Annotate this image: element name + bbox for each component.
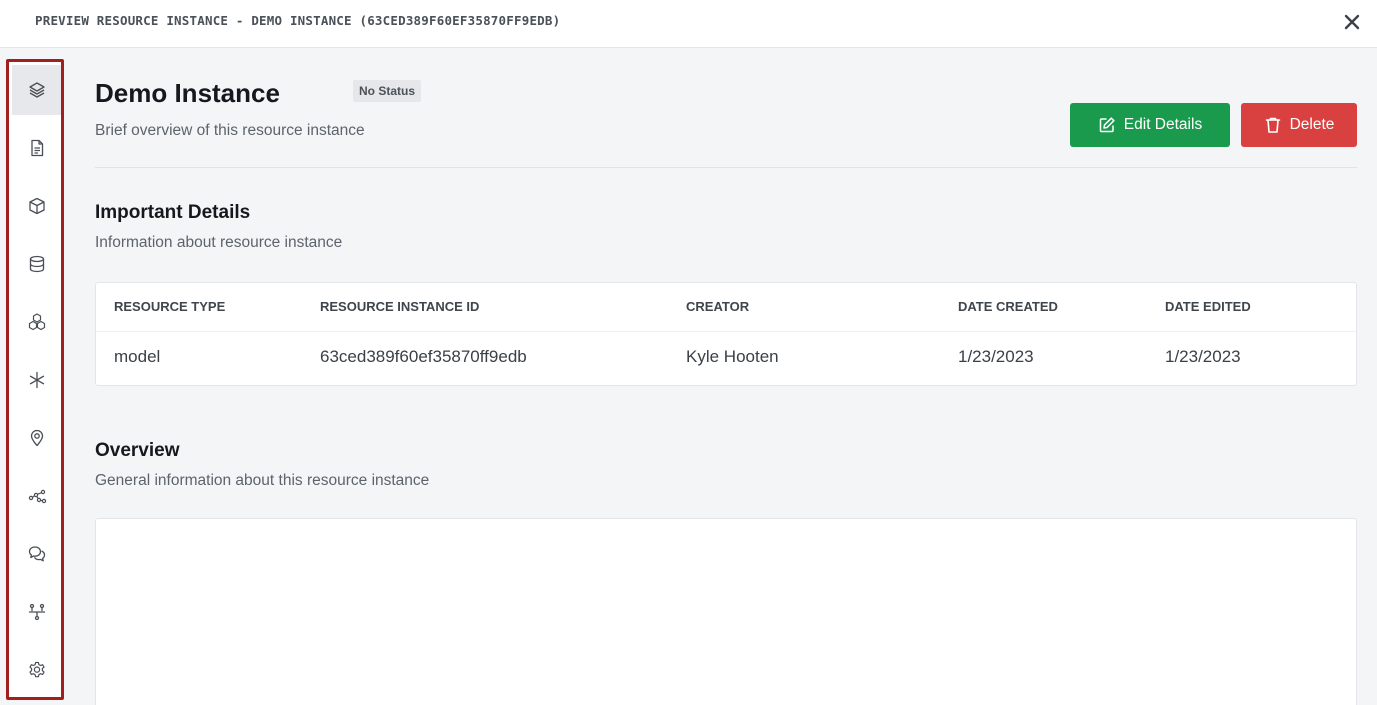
column-header-resource-instance-id: RESOURCE INSTANCE ID [320, 299, 480, 314]
database-icon [29, 255, 44, 273]
sidebar-item-models[interactable] [12, 181, 61, 231]
overview-title: Overview [95, 440, 180, 461]
sidebar-item-asterisk[interactable] [12, 355, 61, 405]
hierarchy-icon [28, 603, 45, 621]
modal-title: PREVIEW RESOURCE INSTANCE - DEMO INSTANC… [35, 13, 561, 28]
page-subtitle: Brief overview of this resource instance [95, 122, 365, 139]
cell-creator: Kyle Hooten [686, 347, 779, 366]
sidebar-item-documents[interactable] [12, 123, 61, 173]
column-header-resource-type: RESOURCE TYPE [114, 299, 226, 314]
close-icon [1344, 14, 1360, 30]
main-content: Demo Instance No Status Brief overview o… [95, 48, 1357, 705]
document-icon [30, 139, 43, 157]
close-button[interactable] [1336, 6, 1368, 38]
cell-resource-type: model [114, 347, 161, 366]
delete-label: Delete [1289, 116, 1335, 133]
column-header-date-edited: DATE EDITED [1165, 299, 1251, 314]
important-details-title: Important Details [95, 202, 251, 223]
important-details-description: Information about resource instance [95, 234, 343, 251]
details-table: RESOURCE TYPE RESOURCE INSTANCE ID CREAT… [95, 282, 1357, 386]
location-pin-icon [30, 429, 43, 447]
asterisk-icon [29, 371, 44, 389]
page-title: Demo Instance [95, 78, 280, 108]
overview-panel [95, 518, 1357, 705]
edit-details-label: Edit Details [1123, 116, 1203, 133]
sidebar-item-components[interactable] [12, 297, 61, 347]
cell-date-created: 1/23/2023 [958, 347, 1034, 366]
cell-resource-instance-id: 63ced389f60ef35870ff9edb [320, 347, 527, 366]
delete-button[interactable]: Delete [1241, 103, 1357, 147]
sidebar-item-discussions[interactable] [12, 529, 61, 579]
cubes-icon [28, 313, 45, 331]
overview-description: General information about this resource … [95, 472, 430, 489]
gear-icon [28, 661, 45, 678]
layers-icon [28, 82, 45, 98]
sidebar-item-settings[interactable] [12, 645, 61, 695]
modal-header: PREVIEW RESOURCE INSTANCE - DEMO INSTANC… [0, 0, 1377, 48]
trash-icon [1265, 117, 1280, 133]
status-badge: No Status [353, 80, 422, 102]
header-divider [95, 167, 1357, 168]
network-icon [28, 489, 46, 504]
column-header-creator: CREATOR [686, 299, 750, 314]
sidebar-item-hierarchy[interactable] [12, 587, 61, 637]
cell-date-edited: 1/23/2023 [1165, 347, 1241, 366]
sidebar-item-network[interactable] [12, 471, 61, 521]
sidebar-item-layers[interactable] [12, 65, 61, 115]
cube-icon [28, 197, 45, 215]
column-header-date-created: DATE CREATED [958, 299, 1058, 314]
table-divider [96, 331, 1356, 332]
edit-details-button[interactable]: Edit Details [1070, 103, 1230, 147]
sidebar-item-datasets[interactable] [12, 239, 61, 289]
sidebar-item-locations[interactable] [12, 413, 61, 463]
chat-bubbles-icon [28, 546, 45, 562]
edit-icon [1099, 117, 1115, 133]
sidebar-nav [6, 59, 64, 700]
